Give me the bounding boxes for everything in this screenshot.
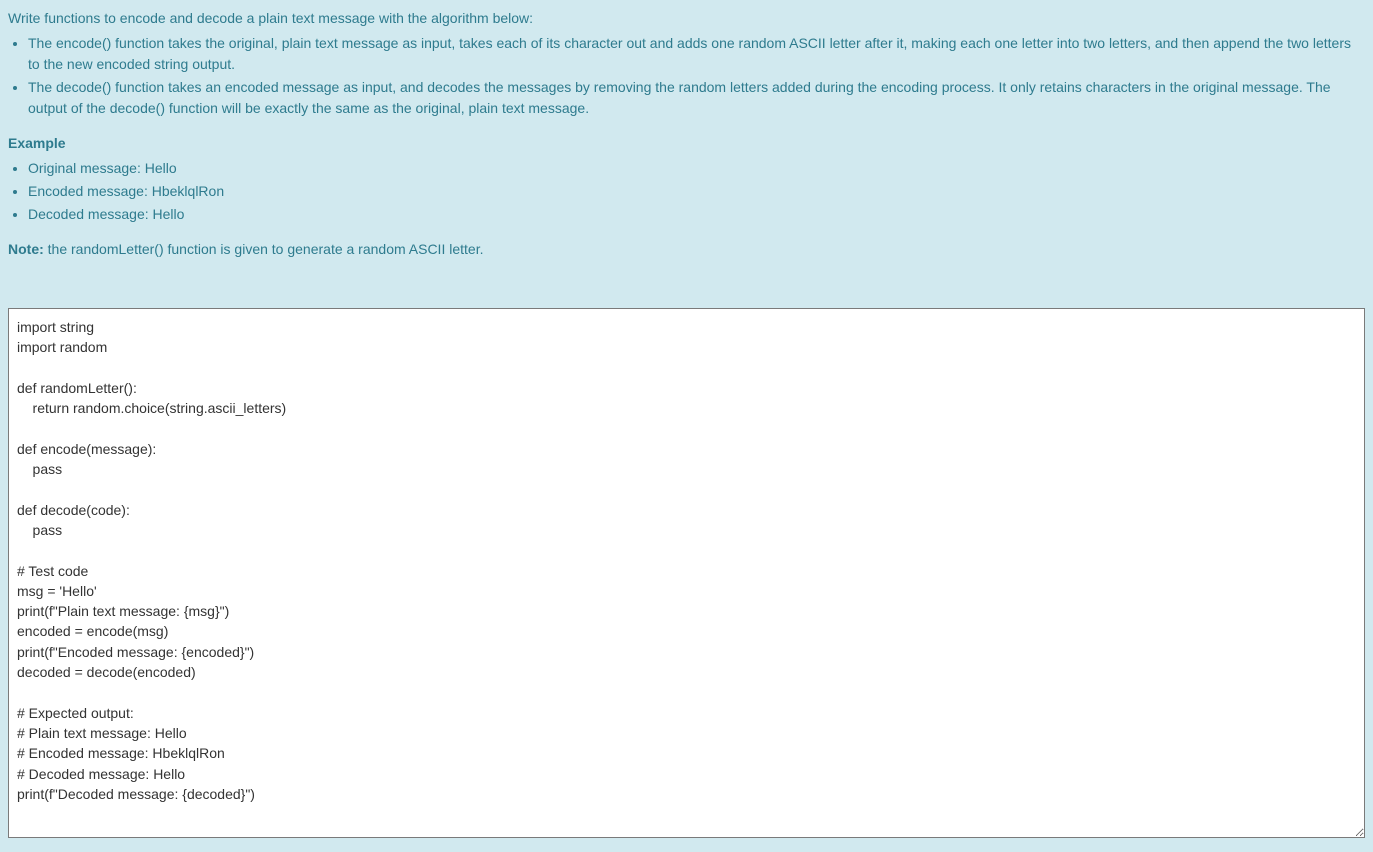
note-label: Note: [8,241,44,257]
note-line: Note: the randomLetter() function is giv… [8,239,1365,260]
problem-description: Write functions to encode and decode a p… [8,8,1365,260]
example-heading: Example [8,133,1365,154]
algorithm-list: The encode() function takes the original… [28,33,1365,119]
example-list: Original message: Hello Encoded message:… [28,158,1365,225]
example-item: Encoded message: HbeklqlRon [28,181,1365,202]
example-item: Decoded message: Hello [28,204,1365,225]
example-item: Original message: Hello [28,158,1365,179]
algorithm-bullet: The encode() function takes the original… [28,33,1365,75]
code-editor[interactable] [8,308,1365,838]
problem-intro: Write functions to encode and decode a p… [8,8,1365,29]
note-text: the randomLetter() function is given to … [44,241,484,257]
algorithm-bullet: The decode() function takes an encoded m… [28,77,1365,119]
